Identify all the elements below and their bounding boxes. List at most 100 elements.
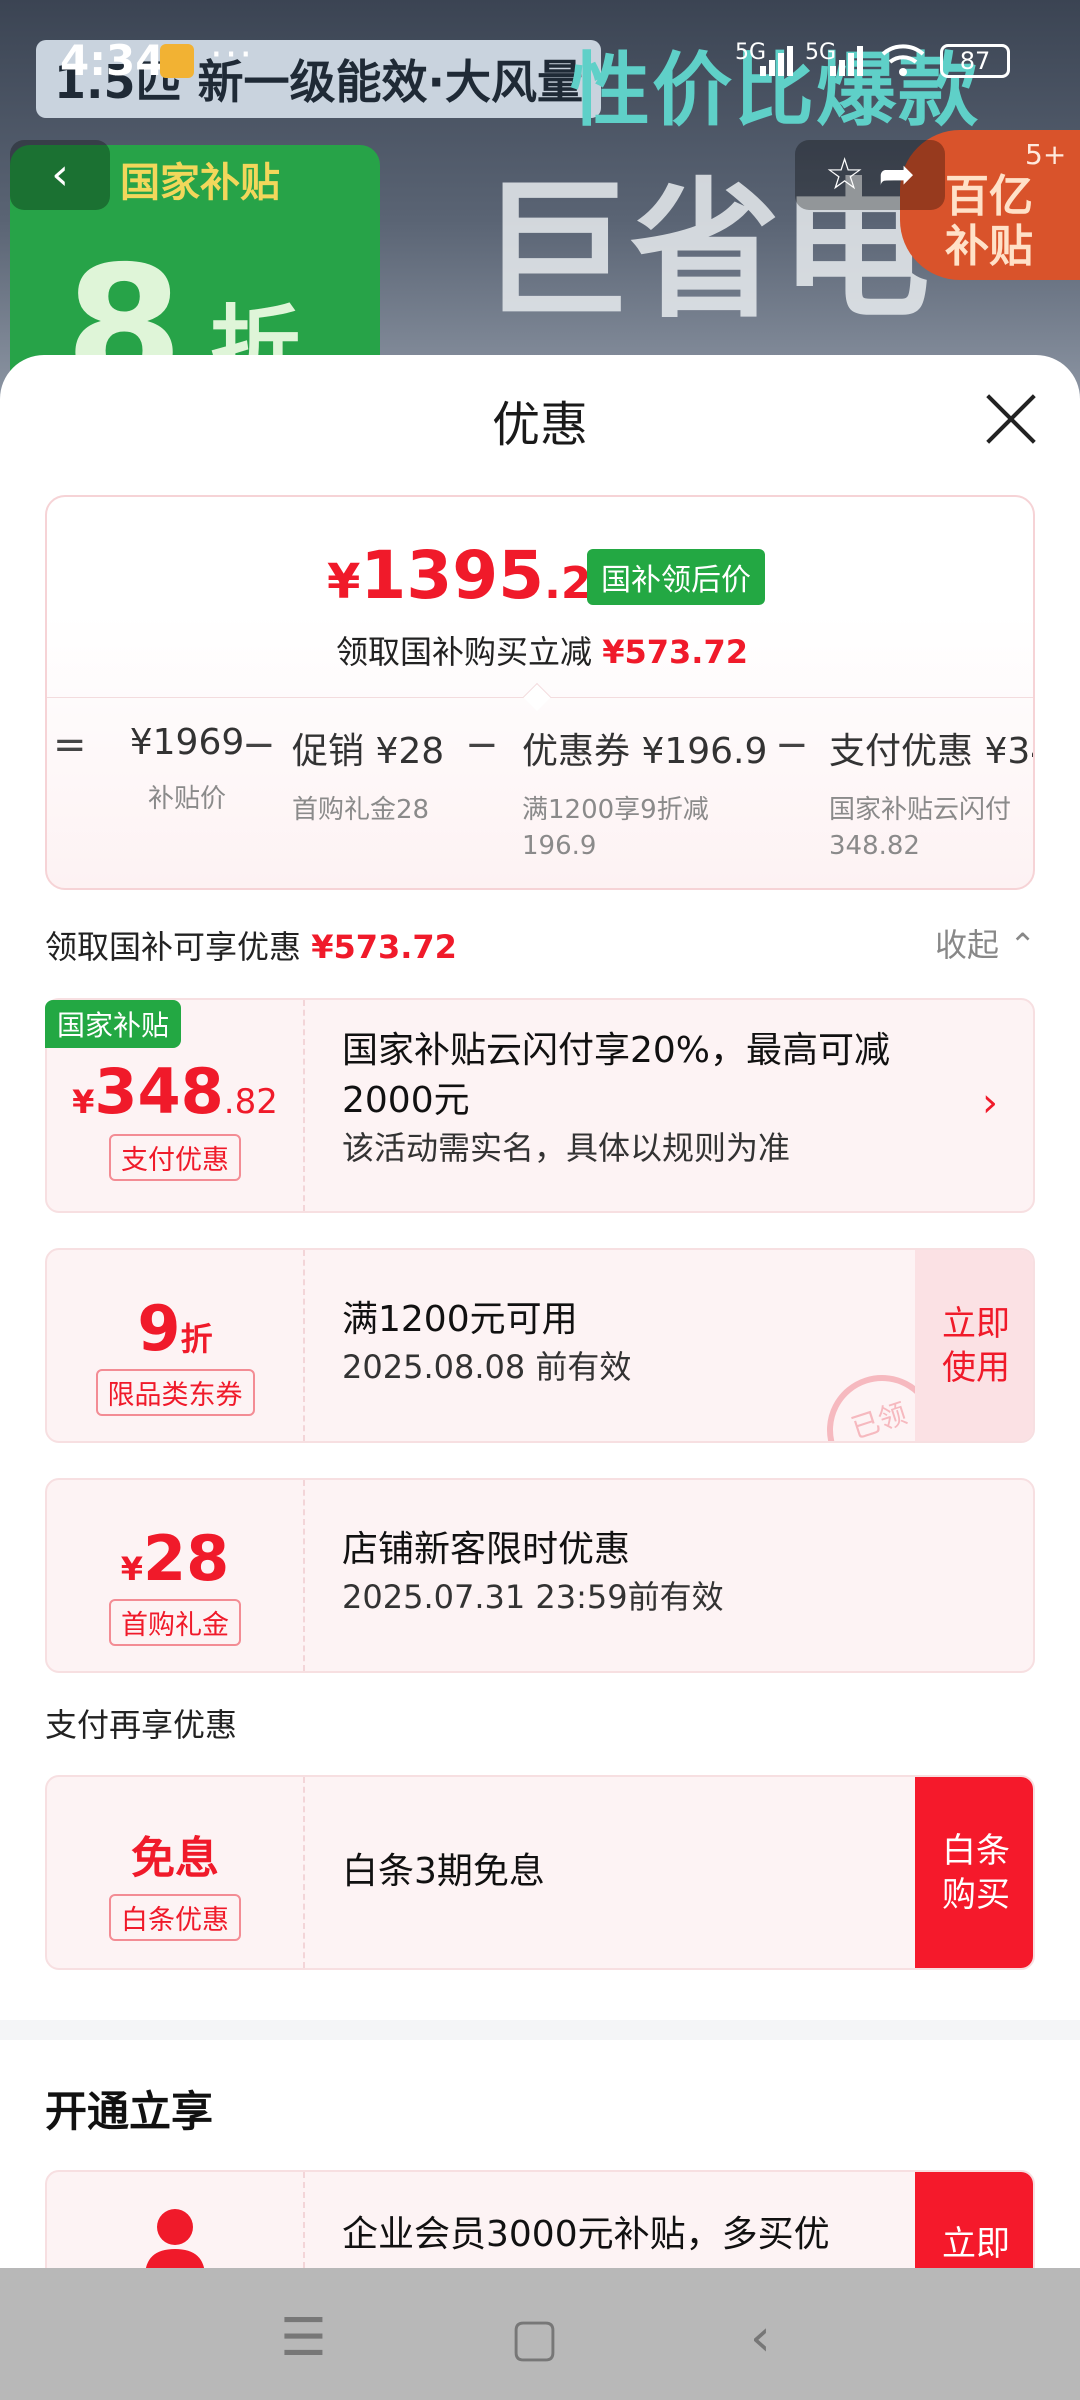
subsidy-section-amount: ¥573.72 <box>311 928 457 966</box>
coupon-card-payment[interactable]: ¥348.82 支付优惠 国家补贴云闪付享20%，最高可减 2000元 该活动需… <box>45 998 1035 1213</box>
system-navigation-bar: ☰ ▢ ‹ <box>0 2268 1080 2400</box>
back-button[interactable]: ‹ <box>10 140 110 210</box>
use-now-line2[interactable]: 使用 <box>942 1348 1010 1388</box>
coupon-amount: ¥348.82 <box>47 1055 303 1128</box>
coupon-currency: ¥ <box>120 1550 143 1588</box>
section-divider <box>0 2020 1080 2040</box>
minus-sign: − <box>465 722 499 768</box>
coupon-title: 店铺新客限时优惠 <box>342 1529 631 1570</box>
breakdown-value: 促销 ¥28 <box>292 731 445 772</box>
share-icon[interactable]: ➦ <box>878 149 915 200</box>
coupon-details: 白条3期免息 <box>342 1847 545 1897</box>
equals-sign: = <box>53 722 87 768</box>
savings-amount: ¥573.72 <box>602 633 748 671</box>
use-now-line1[interactable]: 立即 <box>942 1304 1010 1344</box>
coupon-title: 国家补贴云闪付享20%，最高可减 <box>342 1030 891 1071</box>
clock: 4:34 <box>60 36 165 85</box>
coupon-currency: ¥ <box>72 1083 95 1121</box>
chevron-up-icon[interactable]: ⌃ <box>1009 926 1036 964</box>
coupon-title: 白条3期免息 <box>342 1851 545 1892</box>
coupon-title-2: 2000元 <box>342 1080 470 1121</box>
breakdown-label: 国家补贴云闪付 <box>829 795 1012 825</box>
breakdown-label: 首购礼金28 <box>292 795 430 825</box>
coupon-title: 满1200元可用 <box>342 1299 578 1340</box>
breakdown-label: 满1200享9折减 <box>522 795 709 825</box>
savings-summary: 领取国补购买立减 ¥573.72 <box>47 627 1033 673</box>
signal-bars-icon-2 <box>830 46 863 76</box>
price-summary-card: ¥1395.28 国补领后价 领取国补购买立减 ¥573.72 = ¥1969 … <box>45 495 1035 890</box>
collapse-label[interactable]: 收起 <box>935 926 999 964</box>
coupon-type-tag: 首购礼金 <box>109 1599 241 1646</box>
breakdown-value: 优惠券 ¥196.9 <box>522 731 768 772</box>
app-notification-icon <box>160 44 194 78</box>
breakdown-label: 补贴价 <box>147 784 226 814</box>
home-icon[interactable]: ▢ <box>510 2308 559 2368</box>
coupon-amount-int: 348 <box>94 1055 224 1128</box>
baitiao-buy-button[interactable]: 白条 购买 <box>915 1777 1033 1968</box>
membership-title: 企业会员3000元补贴，多买优 <box>342 2214 830 2255</box>
price-breakdown[interactable]: = ¥1969 补贴价 − 促销 ¥28 首购礼金28 − 优惠券 ¥196.9… <box>47 722 1035 872</box>
baitiao-buy-line1[interactable]: 白条 <box>942 1831 1010 1871</box>
minus-sign: − <box>242 722 276 768</box>
final-price: ¥1395.28 <box>327 537 622 614</box>
billion-subsidy-line2: 补贴 <box>945 221 1033 272</box>
menu-icon[interactable]: ☰ <box>280 2308 327 2368</box>
subsidy-section-text: 领取国补可享优惠 <box>45 928 302 966</box>
breakdown-value: 支付优惠 ¥34 <box>829 731 1035 772</box>
back-icon[interactable]: ‹ <box>750 2308 771 2368</box>
collapse-toggle[interactable]: 收起 ⌃ <box>935 920 1036 966</box>
status-bar: 4:34 ··· 5G 5G 87 <box>0 0 1080 120</box>
close-button[interactable] <box>980 390 1040 450</box>
coupon-amount: 免息 <box>131 1833 219 1884</box>
breakdown-item: 优惠券 ¥196.9 满1200享9折减 196.9 <box>522 722 767 864</box>
coupon-amount-unit: 折 <box>180 1320 213 1358</box>
coupon-note: 该活动需实名，具体以规则为准 <box>342 1129 791 1167</box>
coupon-details: 企业会员3000元补贴，多买优 <box>342 2210 830 2260</box>
coupon-amount-int: 28 <box>142 1522 230 1595</box>
breakdown-label-2: 196.9 <box>522 831 597 861</box>
coupon-details: 国家补贴云闪付享20%，最高可减 2000元 该活动需实名，具体以规则为准 <box>342 1026 890 1170</box>
baitiao-buy-label[interactable]: 白条 购买 <box>942 1829 1010 1917</box>
price-currency: ¥ <box>327 554 361 610</box>
membership-open-label[interactable]: 立即 <box>942 2222 1010 2266</box>
savings-text: 领取国补购买立减 <box>336 633 593 671</box>
star-icon[interactable]: ☆ <box>825 149 864 200</box>
discount-sheet: 优惠 ¥1395.28 国补领后价 领取国补购买立减 ¥573.72 = ¥19… <box>0 355 1080 2400</box>
favorite-share-buttons[interactable]: ☆ ➦ <box>795 140 945 210</box>
breakdown-item: 支付优惠 ¥34 国家补贴云闪付 348.82 <box>829 722 1035 864</box>
minus-sign: − <box>775 722 809 768</box>
coupon-details: 店铺新客限时优惠 2025.07.31 23:59前有效 <box>342 1525 724 1619</box>
notification-count: 5+ <box>1025 138 1067 171</box>
use-now-label[interactable]: 立即 使用 <box>942 1302 1010 1390</box>
coupon-details: 满1200元可用 2025.08.08 前有效 <box>342 1295 631 1389</box>
price-integer: 1395 <box>360 537 545 614</box>
coupon-validity: 2025.07.31 23:59前有效 <box>342 1578 724 1616</box>
coupon-amount-dec: .82 <box>223 1082 278 1122</box>
coupon-card-newcomer[interactable]: ¥28 首购礼金 店铺新客限时优惠 2025.07.31 23:59前有效 <box>45 1478 1035 1673</box>
breakdown-label-2: 348.82 <box>829 831 920 861</box>
wifi-icon <box>881 44 925 76</box>
person-icon <box>145 2209 205 2277</box>
coupon-type-tag: 白条优惠 <box>109 1894 241 1941</box>
baitiao-card[interactable]: 免息 白条优惠 白条3期免息 白条 购买 <box>45 1775 1035 1970</box>
payment-section-header: 支付再享优惠 <box>45 1706 238 1744</box>
coupon-type-tag: 支付优惠 <box>109 1134 241 1181</box>
breakdown-item: 促销 ¥28 首购礼金28 <box>292 722 444 828</box>
coupon-validity: 2025.08.08 前有效 <box>342 1348 632 1386</box>
battery-icon: 87 <box>940 44 1010 78</box>
price-type-badge: 国补领后价 <box>587 549 765 605</box>
coupon-type-tag: 限品类东券 <box>95 1369 255 1416</box>
baitiao-buy-line2[interactable]: 购买 <box>942 1875 1010 1915</box>
coupon-amount-area: 9折 限品类东券 <box>47 1250 305 1441</box>
coupon-amount-int: 9 <box>137 1292 181 1365</box>
coupon-amount-area: 免息 白条优惠 <box>47 1777 305 1968</box>
subsidy-section-header: 领取国补可享优惠 ¥573.72 <box>45 922 457 968</box>
chevron-right-icon[interactable]: › <box>982 1080 998 1126</box>
subsidy-badge-label: 国家补贴 <box>120 160 280 206</box>
pointer-notch <box>522 682 552 712</box>
more-notifications-icon: ··· <box>210 32 255 78</box>
use-now-button[interactable]: 立即 使用 <box>915 1250 1033 1441</box>
coupon-amount: ¥28 <box>47 1522 303 1595</box>
coupon-card-category[interactable]: 9折 限品类东券 满1200元可用 2025.08.08 前有效 已领 立即 使用 <box>45 1248 1035 1443</box>
signal-bars-icon <box>760 46 793 76</box>
